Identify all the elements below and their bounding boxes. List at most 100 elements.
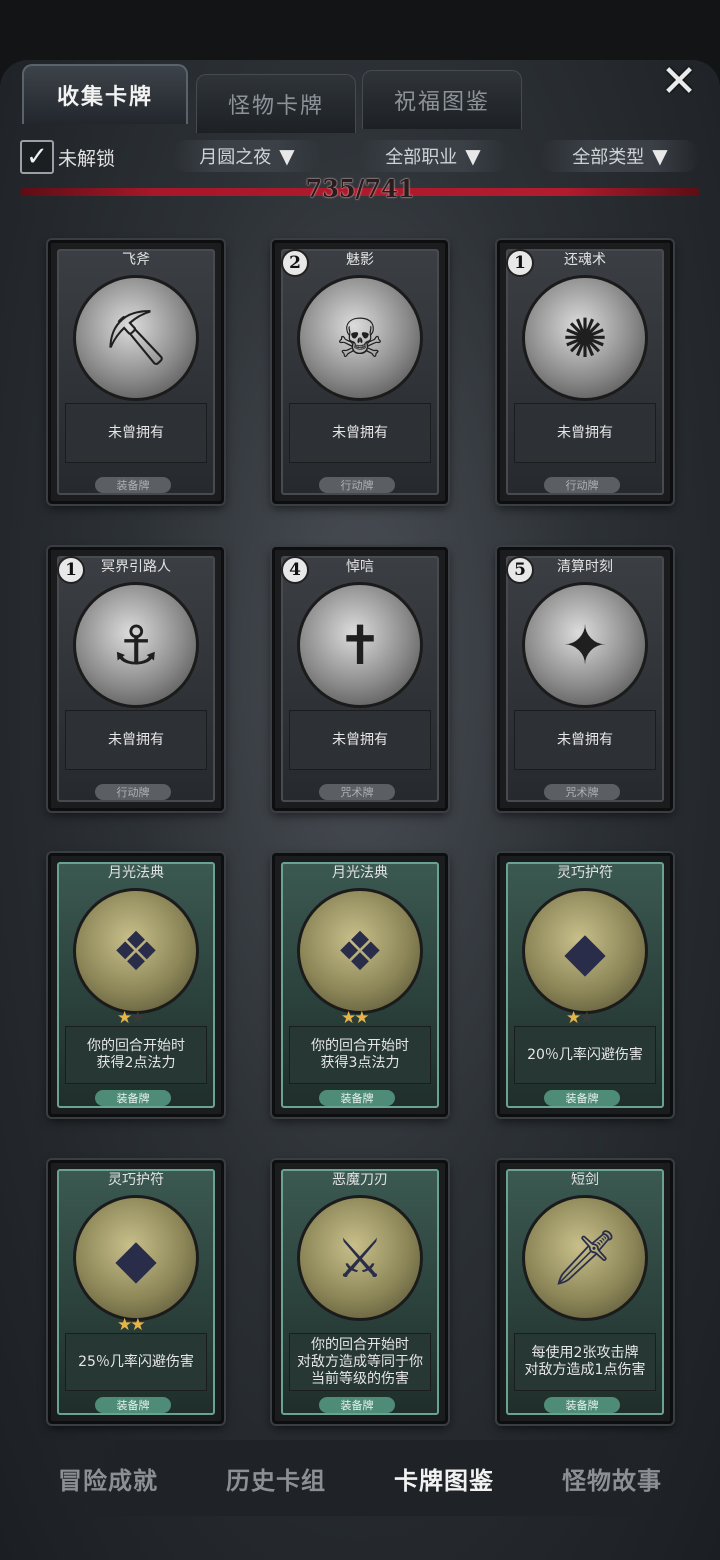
card-description: 你的回合开始时 获得2点法力 <box>65 1026 207 1084</box>
card-type-badge: 装备牌 <box>95 1090 171 1106</box>
card[interactable]: 还魂术 1 ✺ 未曾拥有行动牌 <box>497 240 673 504</box>
axe-icon: ⛏ <box>73 275 199 401</box>
funnel-icon: ▼ <box>652 144 668 168</box>
card-title: 魅影 <box>346 252 374 268</box>
card-cost-badge: 1 <box>57 556 85 584</box>
card[interactable]: 悼唁 4 ✝ 未曾拥有咒术牌 <box>272 547 448 811</box>
card-description: 你的回合开始时 对敌方造成等同于你 当前等级的伤害 <box>289 1333 431 1391</box>
card[interactable]: 冥界引路人 1 ⚓ 未曾拥有行动牌 <box>48 547 224 811</box>
nav-monster-stories[interactable]: 怪物故事 <box>562 1461 662 1496</box>
card-title: 恶魔刀刃 <box>332 1172 388 1188</box>
card-title: 悼唁 <box>346 559 374 575</box>
card-type-badge: 装备牌 <box>95 477 171 493</box>
card-type-badge: 行动牌 <box>95 784 171 800</box>
close-icon[interactable]: ✕ <box>656 56 702 107</box>
tab-collect-cards[interactable]: 收集卡牌 <box>22 64 188 124</box>
star-filled-icon: ★ <box>354 1008 369 1028</box>
type-filter-dropdown[interactable]: 全部类型 ▼ <box>540 140 700 172</box>
card-cost-badge: 5 <box>506 556 534 584</box>
card-star-rating: ★★ <box>117 1008 146 1028</box>
mourning-nun-icon: ✝ <box>297 582 423 708</box>
card-description: 25％几率闪避伤害 <box>65 1333 207 1391</box>
card-star-rating: ★★ <box>341 1008 370 1028</box>
card-description: 你的回合开始时 获得3点法力 <box>289 1026 431 1084</box>
card-type-badge: 行动牌 <box>544 477 620 493</box>
card[interactable]: 短剑 🗡 每使用2张攻击牌 对敌方造成1点伤害装备牌 <box>497 1160 673 1424</box>
amulet-icon: ◆ <box>73 1195 199 1321</box>
card-title: 冥界引路人 <box>101 559 171 575</box>
card-description: 未曾拥有 <box>514 403 656 463</box>
card-cost-badge: 1 <box>506 249 534 277</box>
card-description: 未曾拥有 <box>289 710 431 770</box>
star-filled-icon: ★ <box>117 1315 132 1335</box>
collection-progress: 735/741 <box>20 174 700 203</box>
star-empty-icon: ★ <box>579 1008 594 1028</box>
card-cost-badge: 4 <box>281 556 309 584</box>
star-filled-icon: ★ <box>130 1315 145 1335</box>
card-title: 清算时刻 <box>557 559 613 575</box>
card-description: 未曾拥有 <box>65 403 207 463</box>
season-filter-dropdown[interactable]: 月圆之夜 ▼ <box>172 140 322 172</box>
card-title: 短剑 <box>571 1172 599 1188</box>
card-title: 灵巧护符 <box>108 1172 164 1188</box>
card-description: 未曾拥有 <box>289 403 431 463</box>
star-empty-icon: ★ <box>130 1008 145 1028</box>
tab-blessing-catalog[interactable]: 祝福图鉴 <box>362 70 522 129</box>
nav-card-catalog[interactable]: 卡牌图鉴 <box>394 1461 494 1496</box>
dagger-icon: 🗡 <box>522 1195 648 1321</box>
amulet-icon: ◆ <box>522 888 648 1014</box>
tab-monster-cards[interactable]: 怪物卡牌 <box>196 74 356 133</box>
star-filled-icon: ★ <box>566 1008 581 1028</box>
card-type-badge: 装备牌 <box>544 1397 620 1413</box>
bottom-nav: 冒险成就 历史卡组 卡牌图鉴 怪物故事 <box>24 1440 696 1516</box>
progress-text: 735/741 <box>305 174 415 203</box>
unlocked-label: 未解锁 <box>58 148 116 170</box>
filter-bar: ✓ 未解锁 月圆之夜 ▼ 全部职业 ▼ 全部类型 ▼ <box>20 134 700 178</box>
card-description: 未曾拥有 <box>65 710 207 770</box>
star-filled-icon: ★ <box>341 1008 356 1028</box>
sword-light-icon: ✦ <box>522 582 648 708</box>
card[interactable]: 飞斧 ⛏ 未曾拥有装备牌 <box>48 240 224 504</box>
card-star-rating: ★★ <box>566 1008 595 1028</box>
class-filter-dropdown[interactable]: 全部职业 ▼ <box>358 140 508 172</box>
funnel-icon: ▼ <box>465 144 481 168</box>
ferryman-icon: ⚓ <box>73 582 199 708</box>
revive-icon: ✺ <box>522 275 648 401</box>
phantom-icon: ☠ <box>297 275 423 401</box>
card[interactable]: 恶魔刀刃 ⚔ 你的回合开始时 对敌方造成等同于你 当前等级的伤害装备牌 <box>272 1160 448 1424</box>
card[interactable]: 魅影 2 ☠ 未曾拥有行动牌 <box>272 240 448 504</box>
card-cost-badge: 2 <box>281 249 309 277</box>
type-filter-label: 全部类型 <box>572 147 645 168</box>
card-type-badge: 行动牌 <box>319 477 395 493</box>
card[interactable]: 月光法典 ❖ ★★ 你的回合开始时 获得3点法力装备牌 <box>272 853 448 1117</box>
funnel-icon: ▼ <box>279 144 295 168</box>
card-type-badge: 装备牌 <box>319 1090 395 1106</box>
card-title: 飞斧 <box>122 252 150 268</box>
card-title: 还魂术 <box>564 252 606 268</box>
season-filter-label: 月圆之夜 <box>199 147 272 168</box>
class-filter-label: 全部职业 <box>385 147 458 168</box>
card[interactable]: 月光法典 ❖ ★★ 你的回合开始时 获得2点法力装备牌 <box>48 853 224 1117</box>
card-star-rating: ★★ <box>117 1315 146 1335</box>
card-description: 20％几率闪避伤害 <box>514 1026 656 1084</box>
card[interactable]: 清算时刻 5 ✦ 未曾拥有咒术牌 <box>497 547 673 811</box>
card-title: 月光法典 <box>332 865 388 881</box>
card-type-badge: 装备牌 <box>95 1397 171 1413</box>
card[interactable]: 灵巧护符 ◆ ★★ 25％几率闪避伤害装备牌 <box>48 1160 224 1424</box>
card-title: 灵巧护符 <box>557 865 613 881</box>
spellbook-icon: ❖ <box>297 888 423 1014</box>
card-description: 未曾拥有 <box>514 710 656 770</box>
card-type-badge: 装备牌 <box>319 1397 395 1413</box>
star-filled-icon: ★ <box>117 1008 132 1028</box>
card[interactable]: 灵巧护符 ◆ ★★ 20％几率闪避伤害装备牌 <box>497 853 673 1117</box>
card-type-badge: 咒术牌 <box>319 784 395 800</box>
spellbook-icon: ❖ <box>73 888 199 1014</box>
nav-history-decks[interactable]: 历史卡组 <box>226 1461 326 1496</box>
card-description: 每使用2张攻击牌 对敌方造成1点伤害 <box>514 1333 656 1391</box>
unlocked-checkbox[interactable]: ✓ <box>20 140 54 174</box>
card-title: 月光法典 <box>108 865 164 881</box>
nav-achievements[interactable]: 冒险成就 <box>58 1461 158 1496</box>
card-type-badge: 装备牌 <box>544 1090 620 1106</box>
card-type-badge: 咒术牌 <box>544 784 620 800</box>
demon-blade-icon: ⚔ <box>297 1195 423 1321</box>
